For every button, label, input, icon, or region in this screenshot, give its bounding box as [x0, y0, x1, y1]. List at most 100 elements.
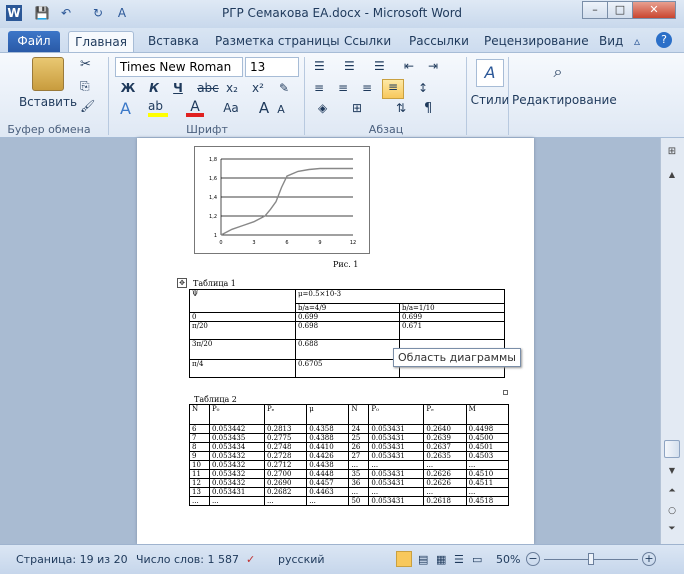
- close-button[interactable]: ✕: [632, 1, 676, 19]
- tab-home[interactable]: Главная: [68, 31, 134, 52]
- zoom-slider-thumb[interactable]: [588, 553, 594, 565]
- justify-icon[interactable]: ≡: [382, 79, 404, 99]
- editing-button[interactable]: Редактирование: [512, 91, 617, 111]
- italic-button[interactable]: К: [144, 79, 164, 99]
- scroll-down-icon[interactable]: ▼: [665, 466, 679, 480]
- align-center-icon[interactable]: ≡: [338, 81, 348, 95]
- highlight-icon[interactable]: ab: [148, 99, 168, 117]
- scroll-thumb[interactable]: [664, 440, 680, 458]
- separator: [304, 57, 305, 135]
- table2[interactable]: N P₀ Pₑ μ N P₀ Pₑ M 6 0.053442 0.2813 0.435…: [189, 404, 510, 506]
- series-line: [220, 167, 353, 236]
- zoom-level[interactable]: 50%: [496, 553, 520, 566]
- cut-icon[interactable]: ✂: [80, 57, 91, 72]
- draft-icon[interactable]: ▭: [472, 553, 482, 566]
- table-cell: 0.053431: [368, 451, 425, 461]
- table-move-handle-icon[interactable]: ✥: [177, 278, 187, 288]
- copy-icon[interactable]: ⎘: [80, 79, 90, 94]
- borders-icon[interactable]: ⊞: [352, 101, 362, 115]
- bullets-icon[interactable]: ☰: [314, 59, 325, 73]
- paste-button[interactable]: Вставить: [18, 93, 78, 113]
- paste-icon[interactable]: [32, 57, 64, 91]
- scroll-up-icon[interactable]: ▲: [665, 170, 679, 184]
- vertical-scrollbar[interactable]: ⊞ ▲ ▼ ⏶ ○ ⏷: [660, 138, 684, 544]
- table-row: ............ 50 0.053431 0.2618 0.4518: [189, 496, 510, 506]
- previous-page-icon[interactable]: ⏶: [665, 486, 679, 500]
- collapse-ribbon-icon[interactable]: ▵: [634, 34, 640, 48]
- separator: [108, 57, 109, 135]
- language[interactable]: русский: [278, 553, 325, 566]
- ribbon: Вставить ✂ ⎘ 🖌 Буфер обмена Times New Ro…: [0, 52, 684, 138]
- strikethrough-button[interactable]: abc: [196, 79, 220, 99]
- table-header-cell: Pₑ: [263, 404, 308, 425]
- align-right-icon[interactable]: ≡: [362, 81, 372, 95]
- styles-icon[interactable]: A: [476, 59, 504, 87]
- table-cell: 0.2728: [263, 451, 308, 461]
- change-case-button[interactable]: Aa: [220, 99, 242, 119]
- table-cell: 6: [189, 424, 210, 434]
- table-cell: 0.2775: [263, 433, 308, 443]
- table-cell: ...: [368, 487, 425, 497]
- tab-references[interactable]: Ссылки: [344, 31, 391, 52]
- ruler-toggle-icon[interactable]: ⊞: [665, 146, 679, 160]
- select-browse-object-icon[interactable]: ○: [665, 506, 679, 520]
- shading-icon[interactable]: ◈: [318, 101, 327, 115]
- line-spacing-icon[interactable]: ↕: [418, 81, 428, 95]
- numbering-icon[interactable]: ☰: [344, 59, 355, 73]
- table-cell: 0.2690: [263, 478, 308, 488]
- table-cell: 0.4358: [306, 424, 350, 434]
- font-size-select[interactable]: 13: [245, 57, 299, 77]
- proofing-icon[interactable]: ✓: [246, 553, 255, 566]
- print-layout-icon[interactable]: [396, 551, 412, 567]
- table-row: 11 0.053432 0.2700 0.4448 35 0.053431 0.2626 0.…: [189, 469, 510, 479]
- chart-caption: Рис. 1: [333, 260, 359, 269]
- decrease-indent-icon[interactable]: ⇤: [404, 59, 414, 73]
- web-layout-icon[interactable]: ▦: [436, 553, 446, 566]
- table-cell: 50: [348, 496, 370, 506]
- tab-view[interactable]: Вид: [599, 31, 623, 52]
- clear-format-icon[interactable]: ✎: [274, 79, 294, 99]
- reading-layout-icon[interactable]: ▤: [418, 553, 428, 566]
- zoom-out-icon[interactable]: −: [526, 552, 540, 566]
- table-cell: 35: [348, 469, 370, 479]
- underline-button[interactable]: Ч: [168, 79, 188, 99]
- maximize-button[interactable]: □: [607, 1, 633, 19]
- help-icon[interactable]: ?: [656, 32, 672, 48]
- bold-button[interactable]: Ж: [118, 79, 138, 99]
- font-name-select[interactable]: Times New Roman: [115, 57, 243, 77]
- next-page-icon[interactable]: ⏷: [665, 524, 679, 538]
- sort-icon[interactable]: ⇅: [396, 101, 406, 115]
- chart-area[interactable]: 1 1,2 1,4 1,6 1,8 0 3 6 9 12: [194, 146, 370, 254]
- tab-file[interactable]: Файл: [8, 31, 60, 52]
- tab-mailings[interactable]: Рассылки: [409, 31, 469, 52]
- pilcrow-icon[interactable]: ¶: [424, 101, 432, 116]
- zoom-in-icon[interactable]: +: [642, 552, 656, 566]
- minimize-button[interactable]: –: [582, 1, 608, 19]
- grow-font-button[interactable]: A: [256, 99, 272, 119]
- tab-insert[interactable]: Вставка: [148, 31, 199, 52]
- align-left-icon[interactable]: ≡: [314, 81, 324, 95]
- x-tick-label: 12: [350, 240, 356, 246]
- table-cell: 0.2626: [423, 469, 467, 479]
- word-count[interactable]: Число слов: 1 587: [136, 553, 239, 566]
- table-row: 7 0.053435 0.2775 0.4388 25 0.053431 0.2639 0.4…: [189, 433, 510, 443]
- subscript-button[interactable]: x₂: [222, 79, 242, 99]
- superscript-button[interactable]: x²: [248, 79, 268, 99]
- font-color-icon[interactable]: A: [186, 99, 204, 117]
- tab-review[interactable]: Рецензирование: [484, 31, 589, 52]
- outline-icon[interactable]: ☰: [454, 553, 464, 566]
- table-cell: 10: [189, 460, 210, 470]
- format-painter-icon[interactable]: 🖌: [80, 99, 95, 113]
- table-cell: 0.053431: [368, 469, 425, 479]
- text-effects-icon[interactable]: A: [120, 99, 138, 118]
- table-cell: 0.699: [399, 312, 505, 322]
- document-page[interactable]: 1 1,2 1,4 1,6 1,8 0 3 6 9 12 Рис. 1 ✥ Таблица 1 Ψ…: [137, 138, 534, 544]
- tab-page-layout[interactable]: Разметка страницы: [215, 31, 340, 52]
- table-resize-handle[interactable]: [503, 390, 508, 395]
- styles-button[interactable]: Стили: [468, 91, 512, 111]
- increase-indent-icon[interactable]: ⇥: [428, 59, 438, 73]
- shrink-font-button[interactable]: A: [274, 101, 288, 121]
- multilevel-list-icon[interactable]: ☰: [374, 59, 385, 73]
- page-count[interactable]: Страница: 19 из 20: [16, 553, 128, 566]
- binoculars-icon[interactable]: ⌕: [544, 59, 572, 87]
